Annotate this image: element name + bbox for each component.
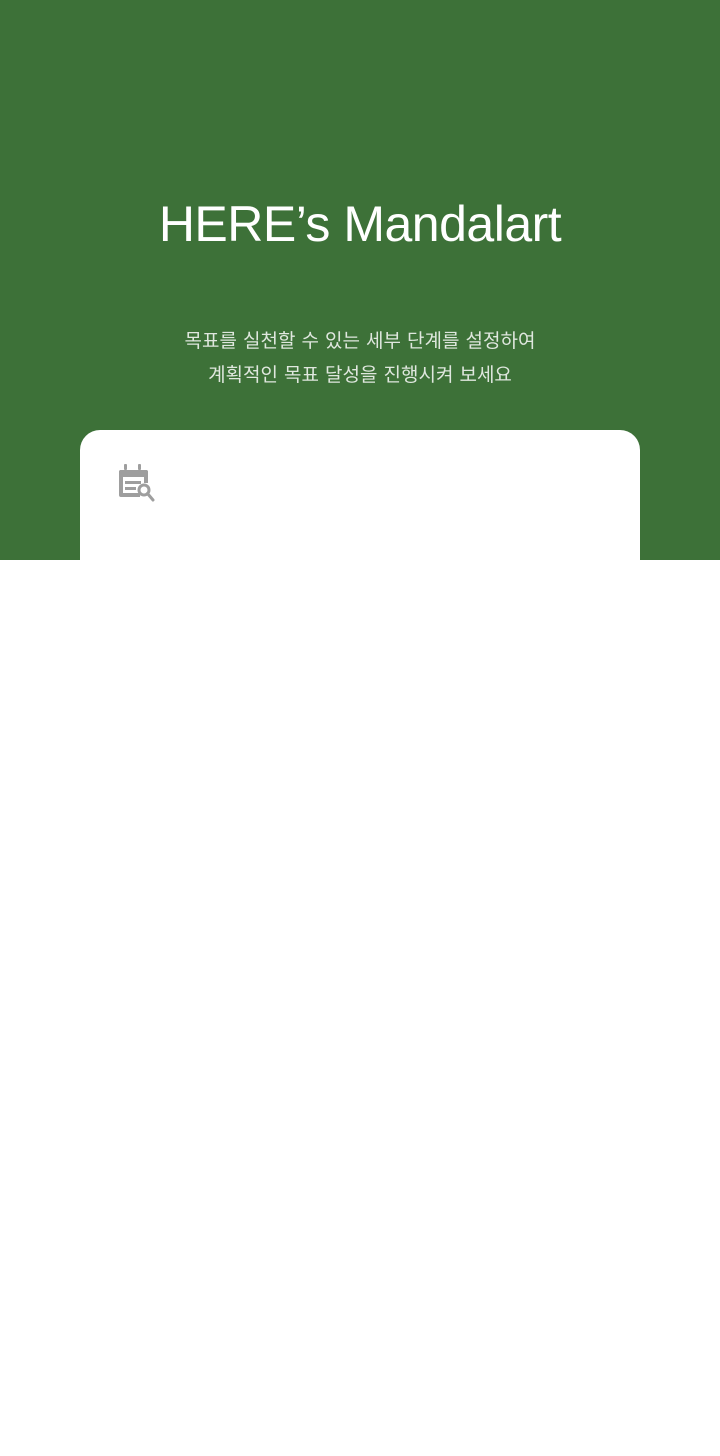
app-title: HERE’s Mandalart (158, 196, 562, 252)
subtitle-line-2: 계획적인 목표 달성을 진행시켜 보세요 (208, 364, 512, 386)
app-subtitle: 목표를 실천할 수 있는 세부 단계를 설정하여 계획적인 목표 달성을 진행시… (0, 324, 720, 392)
content-card (80, 430, 640, 560)
calendar-edit-icon (116, 462, 156, 502)
subtitle-line-1: 목표를 실천할 수 있는 세부 단계를 설정하여 (184, 330, 536, 352)
